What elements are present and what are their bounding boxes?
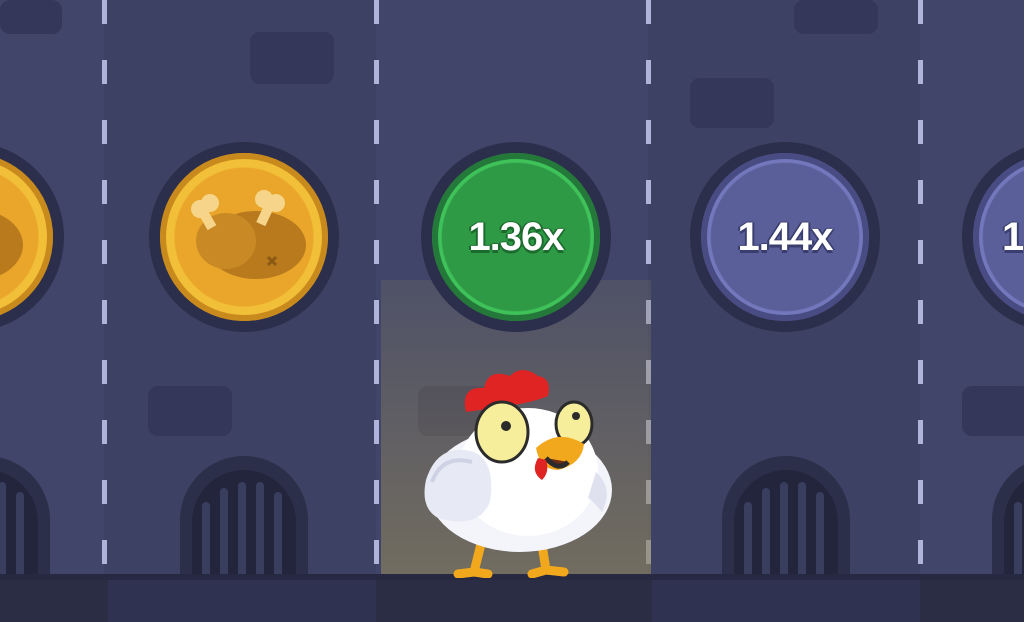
completed-coin bbox=[149, 142, 339, 332]
sewer-grate-icon bbox=[992, 464, 1024, 578]
wall-brick bbox=[962, 386, 1024, 436]
wall-brick bbox=[690, 78, 774, 128]
wall-brick bbox=[0, 0, 62, 34]
next-multiplier-coin[interactable]: 1.44x bbox=[690, 142, 880, 332]
wall-brick bbox=[794, 0, 878, 34]
current-multiplier-coin[interactable]: 1.36x bbox=[421, 142, 611, 332]
ground-segment bbox=[108, 580, 376, 622]
coin-multiplier bbox=[0, 142, 64, 332]
sewer-grate-icon bbox=[722, 456, 850, 578]
sewer-grate-icon bbox=[0, 457, 50, 578]
chicken-icon bbox=[424, 370, 612, 578]
coin-multiplier bbox=[149, 142, 339, 332]
sewer-grate-icon bbox=[180, 456, 308, 578]
wall-brick bbox=[250, 32, 334, 84]
wall-brick bbox=[148, 386, 232, 436]
game-scene: 1.36x 1.44x 1 bbox=[0, 0, 1024, 622]
lane-divider bbox=[102, 0, 107, 578]
completed-coin bbox=[0, 142, 64, 332]
coin-multiplier: 1 bbox=[1002, 214, 1024, 259]
lane-divider bbox=[918, 0, 923, 578]
ground-segment bbox=[652, 580, 920, 622]
coin-multiplier: 1.44x bbox=[737, 214, 833, 259]
lane-divider bbox=[374, 0, 379, 578]
coin-multiplier: 1.36x bbox=[468, 214, 564, 259]
future-multiplier-coin[interactable]: 1 bbox=[962, 142, 1024, 332]
